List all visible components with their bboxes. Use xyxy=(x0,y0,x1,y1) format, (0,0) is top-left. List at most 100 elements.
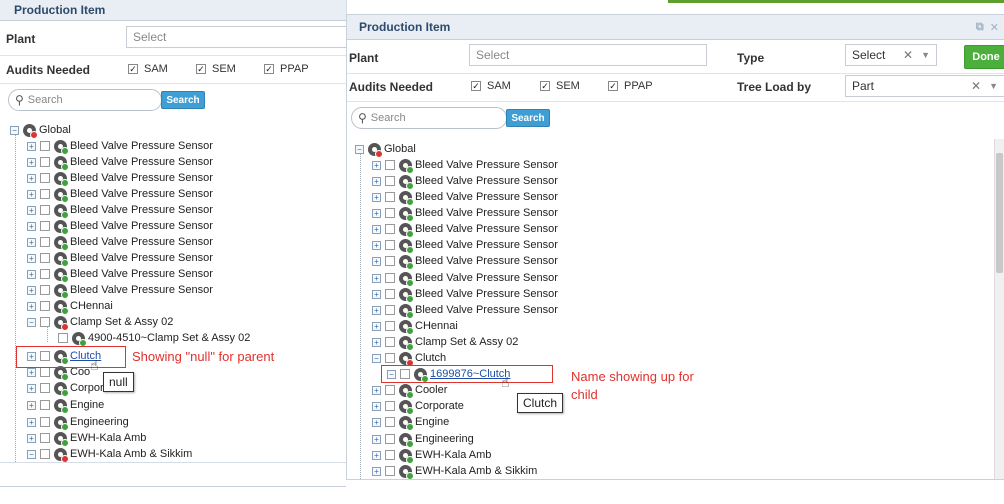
expand-icon[interactable]: + xyxy=(372,192,381,202)
right-audit-sem[interactable]: ✓ SEM xyxy=(540,80,580,92)
left-tree-item[interactable]: + Engineering xyxy=(27,414,129,431)
left-tree-item[interactable]: + Bleed Valve Pressure Sensor xyxy=(27,202,213,219)
right-tree-item[interactable]: + Bleed Valve Pressure Sensor xyxy=(372,270,558,287)
tree-checkbox[interactable] xyxy=(385,401,395,411)
expand-icon[interactable]: + xyxy=(372,208,381,218)
left-audit-ppap-checkbox[interactable]: ✓ xyxy=(264,64,274,74)
expand-icon[interactable]: + xyxy=(27,269,36,279)
clear-icon[interactable]: ✕ xyxy=(903,48,913,62)
expand-icon[interactable]: + xyxy=(27,157,36,167)
tree-checkbox[interactable] xyxy=(385,466,395,476)
left-tree-item[interactable]: + Bleed Valve Pressure Sensor xyxy=(27,282,213,299)
expand-icon[interactable]: + xyxy=(372,450,381,460)
tree-checkbox[interactable] xyxy=(385,305,395,315)
expand-icon[interactable]: + xyxy=(372,305,381,315)
right-tree-item[interactable]: + Bleed Valve Pressure Sensor xyxy=(372,237,558,254)
tree-checkbox[interactable] xyxy=(385,240,395,250)
tree-checkbox[interactable] xyxy=(40,237,50,247)
left-tree-item[interactable]: + CHennai xyxy=(27,298,113,315)
left-audit-sam-checkbox[interactable]: ✓ xyxy=(128,64,138,74)
right-tree-item[interactable]: + Engine xyxy=(372,414,449,431)
left-search-input[interactable]: ⚲ Search xyxy=(8,89,162,111)
tree-checkbox[interactable] xyxy=(40,269,50,279)
expand-icon[interactable]: + xyxy=(27,367,36,377)
tree-checkbox[interactable] xyxy=(40,417,50,427)
expand-icon[interactable]: + xyxy=(27,253,36,263)
expand-icon[interactable]: + xyxy=(372,466,381,476)
right-search-button[interactable]: Search xyxy=(506,109,550,127)
left-audit-ppap[interactable]: ✓ PPAP xyxy=(264,63,309,75)
tree-checkbox[interactable] xyxy=(385,337,395,347)
left-tree-item[interactable]: + Bleed Valve Pressure Sensor xyxy=(27,154,213,171)
tree-checkbox[interactable] xyxy=(40,157,50,167)
left-tree-item[interactable]: + EWH-Kala Amb xyxy=(27,430,146,447)
right-tree-item[interactable]: + Bleed Valve Pressure Sensor xyxy=(372,189,558,206)
tree-checkbox[interactable] xyxy=(40,301,50,311)
tree-checkbox[interactable] xyxy=(40,173,50,183)
expand-icon[interactable]: + xyxy=(27,285,36,295)
tree-checkbox[interactable] xyxy=(385,176,395,186)
right-tree-item[interactable]: + Corporate xyxy=(372,398,464,415)
expand-icon[interactable]: + xyxy=(27,221,36,231)
right-tree-item[interactable]: + Bleed Valve Pressure Sensor xyxy=(372,286,558,303)
tree-checkbox[interactable] xyxy=(40,205,50,215)
tree-checkbox[interactable] xyxy=(385,160,395,170)
right-audit-ppap-checkbox[interactable]: ✓ xyxy=(608,81,618,91)
tree-checkbox[interactable] xyxy=(40,253,50,263)
tree-checkbox[interactable] xyxy=(385,450,395,460)
left-tree-item[interactable]: + Corpora xyxy=(27,380,110,397)
collapse-icon[interactable]: − xyxy=(355,144,364,154)
right-tree-item[interactable]: + Bleed Valve Pressure Sensor xyxy=(372,157,558,174)
right-tree-item[interactable]: + Engineering xyxy=(372,431,474,448)
left-tree-item[interactable]: + Bleed Valve Pressure Sensor xyxy=(27,266,213,283)
close-icon[interactable]: ✕ xyxy=(990,21,999,34)
expand-icon[interactable]: + xyxy=(27,433,36,443)
right-tree-item[interactable]: + Clamp Set & Assy 02 xyxy=(372,334,518,351)
tree-checkbox[interactable] xyxy=(385,417,395,427)
scrollbar-thumb[interactable] xyxy=(996,153,1003,273)
expand-icon[interactable]: + xyxy=(372,289,381,299)
chevron-down-icon[interactable]: ▼ xyxy=(921,50,930,60)
expand-icon[interactable]: + xyxy=(27,400,36,410)
collapse-icon[interactable]: − xyxy=(27,317,36,327)
left-tree-root[interactable]: − Global xyxy=(10,122,71,139)
expand-icon[interactable]: + xyxy=(372,224,381,234)
tree-checkbox[interactable] xyxy=(58,333,68,343)
expand-icon[interactable]: + xyxy=(372,337,381,347)
expand-icon[interactable]: + xyxy=(27,141,36,151)
tree-checkbox[interactable] xyxy=(385,224,395,234)
expand-icon[interactable]: + xyxy=(372,434,381,444)
left-audit-sem[interactable]: ✓ SEM xyxy=(196,63,236,75)
expand-icon[interactable]: + xyxy=(27,383,36,393)
right-plant-select[interactable]: Select xyxy=(469,44,707,66)
tree-checkbox[interactable] xyxy=(385,256,395,266)
popout-icon[interactable]: ⧉ xyxy=(976,21,984,34)
tree-checkbox[interactable] xyxy=(385,273,395,283)
tree-checkbox[interactable] xyxy=(40,400,50,410)
left-audit-sam[interactable]: ✓ SAM xyxy=(128,63,168,75)
tree-checkbox[interactable] xyxy=(385,353,395,363)
left-tree-item[interactable]: + Bleed Valve Pressure Sensor xyxy=(27,138,213,155)
left-tree-item[interactable]: − Clamp Set & Assy 02 xyxy=(27,314,173,331)
right-tree-item[interactable]: + Bleed Valve Pressure Sensor xyxy=(372,221,558,238)
right-audit-sam-checkbox[interactable]: ✓ xyxy=(471,81,481,91)
right-tree-item[interactable]: + CHennai xyxy=(372,318,458,335)
right-search-input[interactable]: ⚲ Search xyxy=(351,107,507,129)
left-tree-item[interactable]: + Bleed Valve Pressure Sensor xyxy=(27,250,213,267)
expand-icon[interactable]: + xyxy=(372,160,381,170)
right-tree-item[interactable]: + Bleed Valve Pressure Sensor xyxy=(372,302,558,319)
expand-icon[interactable]: + xyxy=(27,301,36,311)
tree-checkbox[interactable] xyxy=(40,449,50,459)
left-tree-item[interactable]: − EWH-Kala Amb & Sikkim xyxy=(27,446,192,462)
expand-icon[interactable]: + xyxy=(372,401,381,411)
left-audit-sem-checkbox[interactable]: ✓ xyxy=(196,64,206,74)
right-audit-sem-checkbox[interactable]: ✓ xyxy=(540,81,550,91)
expand-icon[interactable]: + xyxy=(372,240,381,250)
left-plant-select[interactable]: Select xyxy=(126,26,346,48)
collapse-icon[interactable]: − xyxy=(372,353,381,363)
left-tree-item[interactable]: + Bleed Valve Pressure Sensor xyxy=(27,170,213,187)
right-tree-root[interactable]: − Global xyxy=(355,141,416,158)
tree-checkbox[interactable] xyxy=(385,321,395,331)
tree-checkbox[interactable] xyxy=(40,141,50,151)
right-tree-item[interactable]: + Bleed Valve Pressure Sensor xyxy=(372,253,558,270)
